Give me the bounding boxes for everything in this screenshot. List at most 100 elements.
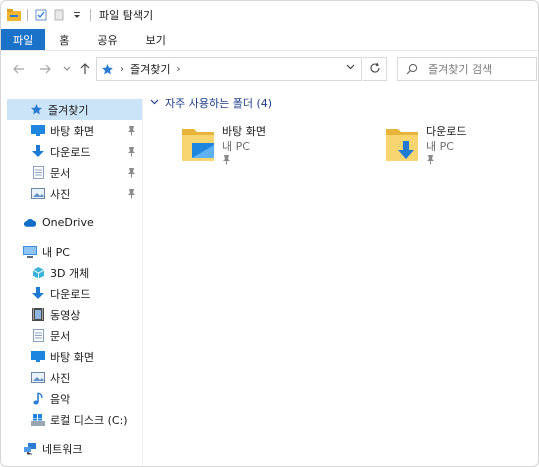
folder-name: 다운로드 [426, 125, 467, 138]
picture-icon [31, 187, 45, 201]
pin-icon[interactable] [127, 146, 136, 157]
file-explorer-window: 파일 탐색기 파일 홈 공유 보기 › 즐겨찾기 › 즐겨찾기 검색 즐겨찾기 … [0, 0, 539, 467]
sidebar-item-pc-downloads[interactable]: 다운로드 [1, 283, 142, 304]
folder-location: 내 PC [222, 140, 250, 153]
document-icon [31, 166, 45, 180]
sidebar-item-3d-objects[interactable]: 3D 개체 [1, 262, 142, 283]
title-bar: 파일 탐색기 [1, 1, 538, 29]
star-icon [29, 103, 43, 117]
sidebar-item-label: 바탕 화면 [50, 124, 94, 138]
refresh-icon [369, 62, 381, 77]
content-pane: 자주 사용하는 폴더 (4) 바탕 화면 내 PC 다운로드 내 PC [144, 91, 538, 466]
pin-icon[interactable] [127, 188, 136, 199]
navigation-bar: › 즐겨찾기 › 즐겨찾기 검색 [1, 51, 538, 87]
folder-app-icon [7, 8, 21, 22]
sidebar-item-label: 네트워크 [42, 442, 83, 456]
up-button[interactable] [75, 59, 95, 79]
chevron-down-icon[interactable] [346, 62, 355, 73]
sidebar-item-label: 3D 개체 [50, 266, 90, 280]
chevron-right-icon[interactable]: › [120, 64, 124, 75]
sidebar-item-label: 사진 [50, 187, 71, 201]
search-placeholder: 즐겨찾기 검색 [428, 63, 493, 76]
sidebar-item-downloads[interactable]: 다운로드 [1, 141, 142, 162]
sidebar-item-label: 로컬 디스크 (C:) [50, 413, 128, 427]
network-icon [23, 442, 37, 456]
download-icon [31, 287, 45, 301]
drive-icon [31, 413, 45, 427]
pin-icon[interactable] [127, 125, 136, 136]
refresh-button[interactable] [363, 57, 387, 81]
sidebar-item-label: 문서 [50, 329, 71, 343]
address-bar[interactable]: › 즐겨찾기 › [96, 57, 362, 81]
ribbon-tabs: 파일 홈 공유 보기 [1, 29, 538, 51]
sidebar-item-pc-pictures[interactable]: 사진 [1, 367, 142, 388]
pin-icon[interactable] [426, 154, 435, 165]
downloads-folder-icon [384, 125, 422, 165]
sidebar-item-label: 문서 [50, 166, 71, 180]
tab-file[interactable]: 파일 [1, 29, 46, 50]
3d-objects-icon [31, 266, 45, 280]
sidebar-item-label: 내 PC [42, 245, 70, 259]
address-location[interactable]: 즐겨찾기 [130, 61, 170, 77]
sidebar-item-videos[interactable]: 동영상 [1, 304, 142, 325]
sidebar-item-label: 음악 [50, 392, 71, 406]
sidebar-item-pc-documents[interactable]: 문서 [1, 325, 142, 346]
sidebar-item-local-disk[interactable]: 로컬 디스크 (C:) [1, 409, 142, 430]
sidebar-item-label: 다운로드 [50, 287, 91, 301]
group-title: 자주 사용하는 폴더 (4) [165, 97, 273, 110]
sidebar-item-network[interactable]: 네트워크 [1, 438, 142, 459]
sidebar-item-label: 사진 [50, 371, 71, 385]
tab-share[interactable]: 공유 [83, 29, 131, 50]
sidebar-item-label: 다운로드 [50, 145, 91, 159]
cloud-icon [23, 216, 37, 230]
desktop-icon [31, 124, 45, 138]
properties-icon[interactable] [34, 8, 48, 22]
sidebar-item-quick-access[interactable]: 즐겨찾기 [7, 99, 142, 120]
pin-icon[interactable] [222, 154, 231, 165]
sidebar-item-this-pc[interactable]: 내 PC [1, 241, 142, 262]
sidebar-item-label: 동영상 [50, 308, 81, 322]
sidebar-item-documents[interactable]: 문서 [1, 162, 142, 183]
window-title: 파일 탐색기 [99, 9, 154, 22]
separator [27, 9, 28, 21]
star-icon [101, 63, 114, 76]
new-folder-icon[interactable] [52, 8, 66, 22]
sidebar-item-label: OneDrive [42, 216, 94, 229]
computer-icon [23, 245, 37, 259]
tab-view[interactable]: 보기 [132, 29, 180, 50]
chevron-down-icon[interactable] [150, 98, 159, 108]
back-button[interactable] [9, 59, 29, 79]
search-input[interactable]: 즐겨찾기 검색 [397, 57, 537, 81]
document-icon [31, 329, 45, 343]
sidebar-item-onedrive[interactable]: OneDrive [1, 212, 142, 233]
navigation-pane: 즐겨찾기 바탕 화면 다운로드 문서 사진 OneDrive 내 PC 3D 개… [1, 99, 143, 466]
sidebar-item-label: 즐겨찾기 [48, 103, 89, 117]
sidebar-item-pictures[interactable]: 사진 [1, 183, 142, 204]
sidebar-item-label: 바탕 화면 [50, 350, 94, 364]
forward-button[interactable] [35, 59, 55, 79]
download-icon [31, 145, 45, 159]
folder-tile-desktop[interactable]: 바탕 화면 내 PC [180, 123, 360, 173]
customize-toolbar-icon[interactable] [70, 8, 84, 22]
desktop-icon [31, 350, 45, 364]
separator [90, 9, 91, 21]
picture-icon [31, 371, 45, 385]
folder-tile-downloads[interactable]: 다운로드 내 PC [384, 123, 538, 173]
chevron-right-icon[interactable]: › [176, 64, 180, 75]
video-icon [31, 308, 45, 322]
search-icon [406, 63, 418, 75]
folder-name: 바탕 화면 [222, 125, 266, 138]
recent-locations-icon[interactable] [57, 59, 77, 79]
music-icon [31, 392, 45, 406]
frequent-folders-header[interactable]: 자주 사용하는 폴더 (4) [150, 95, 272, 111]
sidebar-item-music[interactable]: 음악 [1, 388, 142, 409]
pin-icon[interactable] [127, 167, 136, 178]
desktop-folder-icon [180, 125, 218, 165]
sidebar-item-desktop[interactable]: 바탕 화면 [1, 120, 142, 141]
folder-location: 내 PC [426, 140, 454, 153]
sidebar-item-pc-desktop[interactable]: 바탕 화면 [1, 346, 142, 367]
tab-home[interactable]: 홈 [45, 29, 83, 50]
